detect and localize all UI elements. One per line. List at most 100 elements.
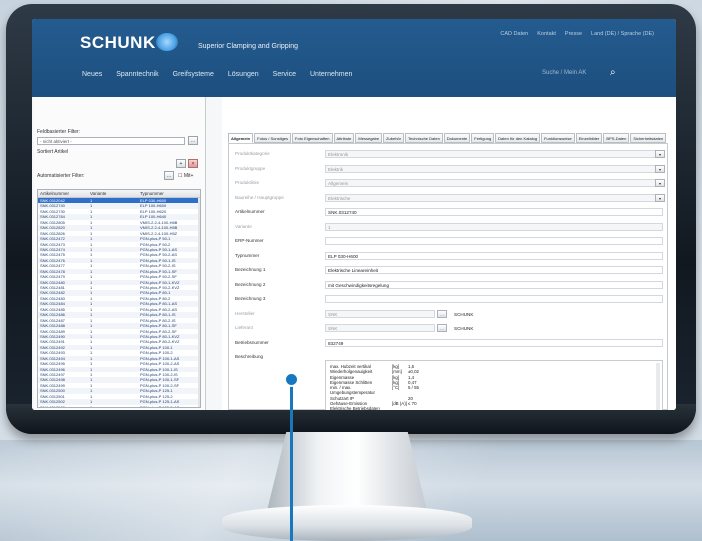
chevron-down-icon[interactable]: ▾ [655, 164, 665, 173]
filter-select[interactable]: - nicht aktiviert - [37, 137, 185, 145]
nav-item[interactable]: Greifsysteme [173, 71, 214, 78]
description-cell: min. / max. Umgebungstemperatur [330, 385, 375, 396]
description-textarea[interactable]: max. Hubzeit vertikal [kg] 1,5 Wiederholgen… [325, 360, 663, 410]
form-label: Produktkategorie [235, 151, 270, 156]
nav-item[interactable]: Neues [82, 71, 102, 78]
form-row: Typnummer ELP 030-H600 [235, 251, 665, 261]
form-field[interactable]: Elektronik [325, 150, 663, 158]
form-field[interactable] [325, 237, 663, 245]
table-cell: PGN-plus-P 125-2-AS [140, 404, 180, 408]
tab[interactable]: Messegabe [355, 133, 383, 143]
form-field[interactable]: Elektrik [325, 164, 663, 173]
left-panel: Feldbasierter Filter: - nicht aktiviert … [34, 97, 206, 410]
tab[interactable]: Allgemein [228, 133, 254, 143]
form-label: Hersteller [235, 310, 255, 316]
description-label: Beschreibung [235, 354, 264, 359]
tab[interactable]: Einzelbilder [575, 133, 603, 143]
screen: SCHUNK Superior Clamping and Gripping CA… [32, 19, 676, 410]
form-field[interactable]: SNK [325, 324, 435, 332]
tagline: Superior Clamping and Gripping [198, 43, 298, 50]
form-label: ERP-Nummer [235, 238, 264, 243]
description-cell: Elektrische Betriebsdaten [330, 406, 380, 410]
form-row: Hersteller SNK… SCHUNK [235, 309, 665, 319]
description-scrollbar[interactable] [656, 363, 660, 410]
form-label: Betriebsnummer [235, 339, 269, 345]
form-field[interactable]: Elektrische [325, 193, 663, 202]
nav-item[interactable]: Service [273, 71, 296, 78]
chevron-down-icon[interactable]: ▾ [655, 150, 665, 158]
grid-col-header[interactable]: Artikelnummer [38, 190, 88, 197]
auto-filter-button[interactable]: … [164, 171, 174, 180]
lookup-button[interactable]: … [437, 324, 447, 332]
chevron-down-icon[interactable]: ▾ [655, 193, 665, 202]
grid-scrollbar[interactable] [198, 198, 200, 407]
tab[interactable]: Fotos / Sonstiges [254, 133, 292, 143]
grid-col-header[interactable]: Variante [88, 190, 138, 197]
form-row: Bezeichnung 2 mit Geschwindigkeitsregelun… [235, 280, 665, 290]
form-label: Typnummer [235, 252, 260, 258]
add-button[interactable]: + [176, 159, 186, 168]
main-nav: Neues Spanntechnik Greifsysteme Lösungen… [82, 71, 352, 78]
form-row: Produktlinie Allgemein ▾ [235, 179, 665, 188]
form-label: Produktgruppe [235, 165, 266, 171]
form-field[interactable]: ELP 030-H600 [325, 251, 663, 260]
grid-header: Artikelnummer Variante Typnummer [38, 190, 200, 198]
top-link-language[interactable]: Land (DE) / Sprache (DE) [591, 31, 654, 37]
remove-button[interactable]: × [188, 159, 198, 168]
form-field[interactable]: Elektrische Lineareinheit [325, 266, 663, 274]
form-label: Bezeichnung 2 [235, 281, 266, 287]
filter-label: Feldbasierter Filter: [37, 129, 81, 135]
tab[interactable]: Fertigung [471, 133, 495, 143]
tab[interactable]: Technische Daten [405, 133, 443, 143]
mit-checkbox[interactable]: ☐ Mit+ [178, 173, 193, 179]
chevron-down-icon[interactable]: ▾ [655, 179, 665, 187]
form-field[interactable]: Allgemein [325, 179, 663, 187]
form-label: Baureihe / Hauptgruppe [235, 194, 284, 200]
top-link-cad[interactable]: CAD Daten [500, 31, 528, 37]
form-field-side: SCHUNK [454, 311, 474, 317]
grid-col-header[interactable]: Typnummer [138, 190, 198, 197]
description-cell [392, 406, 408, 410]
tab[interactable]: Zubehör [383, 133, 404, 143]
tab[interactable]: Funktionsweise [541, 133, 575, 143]
form-field[interactable]: SNK.0312740 [325, 208, 663, 216]
tab[interactable]: Foto Eigenschaften [292, 133, 333, 143]
tab[interactable]: Daten für den Katalog [495, 133, 541, 143]
form-row: Produktkategorie Elektronik ▾ [235, 150, 665, 159]
form-row: Variante 1 [235, 222, 665, 232]
filter-button[interactable]: … [188, 136, 198, 145]
nav-item[interactable]: Spanntechnik [116, 71, 158, 78]
description-cell: ≤ 70 [408, 401, 417, 407]
lookup-button[interactable]: … [437, 309, 447, 318]
table-cell: SNK.0312503 [40, 404, 65, 408]
form-field[interactable]: 832749 [325, 338, 663, 347]
top-links: CAD Daten Kontakt Presse Land (DE) / Spr… [500, 31, 654, 37]
form-field[interactable] [325, 295, 663, 303]
form-row: Bezeichnung 1 Elektrische Lineareinheit [235, 266, 665, 275]
tab-bar: Allgemein Fotos / Sonstiges Foto Eigenscha… [228, 133, 667, 143]
form-label: Bezeichnung 3 [235, 296, 266, 301]
tab[interactable]: Attribute [333, 133, 355, 143]
top-link-contact[interactable]: Kontakt [537, 31, 556, 37]
table-cell: 1 [90, 404, 93, 408]
pim-application: Feldbasierter Filter: - nicht aktiviert … [32, 97, 676, 410]
logo[interactable]: SCHUNK [80, 33, 156, 53]
tab[interactable]: Dokumente [443, 133, 471, 143]
description-cell: [°C] [392, 385, 400, 391]
table-row[interactable]: SNK.0312503 1 PGN-plus-P 125-2-AS [38, 404, 200, 408]
tab[interactable]: Sicherheitsdaten [630, 133, 667, 143]
tab[interactable]: BPS-Daten [603, 133, 630, 143]
nav-item[interactable]: Unternehmen [310, 71, 352, 78]
form-row: Produktgruppe Elektrik ▾ [235, 164, 665, 174]
form-field[interactable]: 1 [325, 222, 663, 231]
form-row: Betriebsnummer 832749 [235, 338, 665, 348]
form-field[interactable]: mit Geschwindigkeitsregelung [325, 280, 663, 289]
top-link-press[interactable]: Presse [565, 31, 582, 37]
nav-item[interactable]: Lösungen [228, 71, 259, 78]
form-field[interactable]: SNK [325, 309, 435, 318]
callout-dot [284, 372, 299, 387]
description-line: Elektrische Betriebsdaten [330, 406, 658, 410]
right-panel: Allgemein Fotos / Sonstiges Foto Eigenscha… [222, 97, 676, 410]
search-icon[interactable]: ⌕ [610, 67, 622, 79]
mit-checkbox-label: Mit+ [183, 173, 194, 179]
